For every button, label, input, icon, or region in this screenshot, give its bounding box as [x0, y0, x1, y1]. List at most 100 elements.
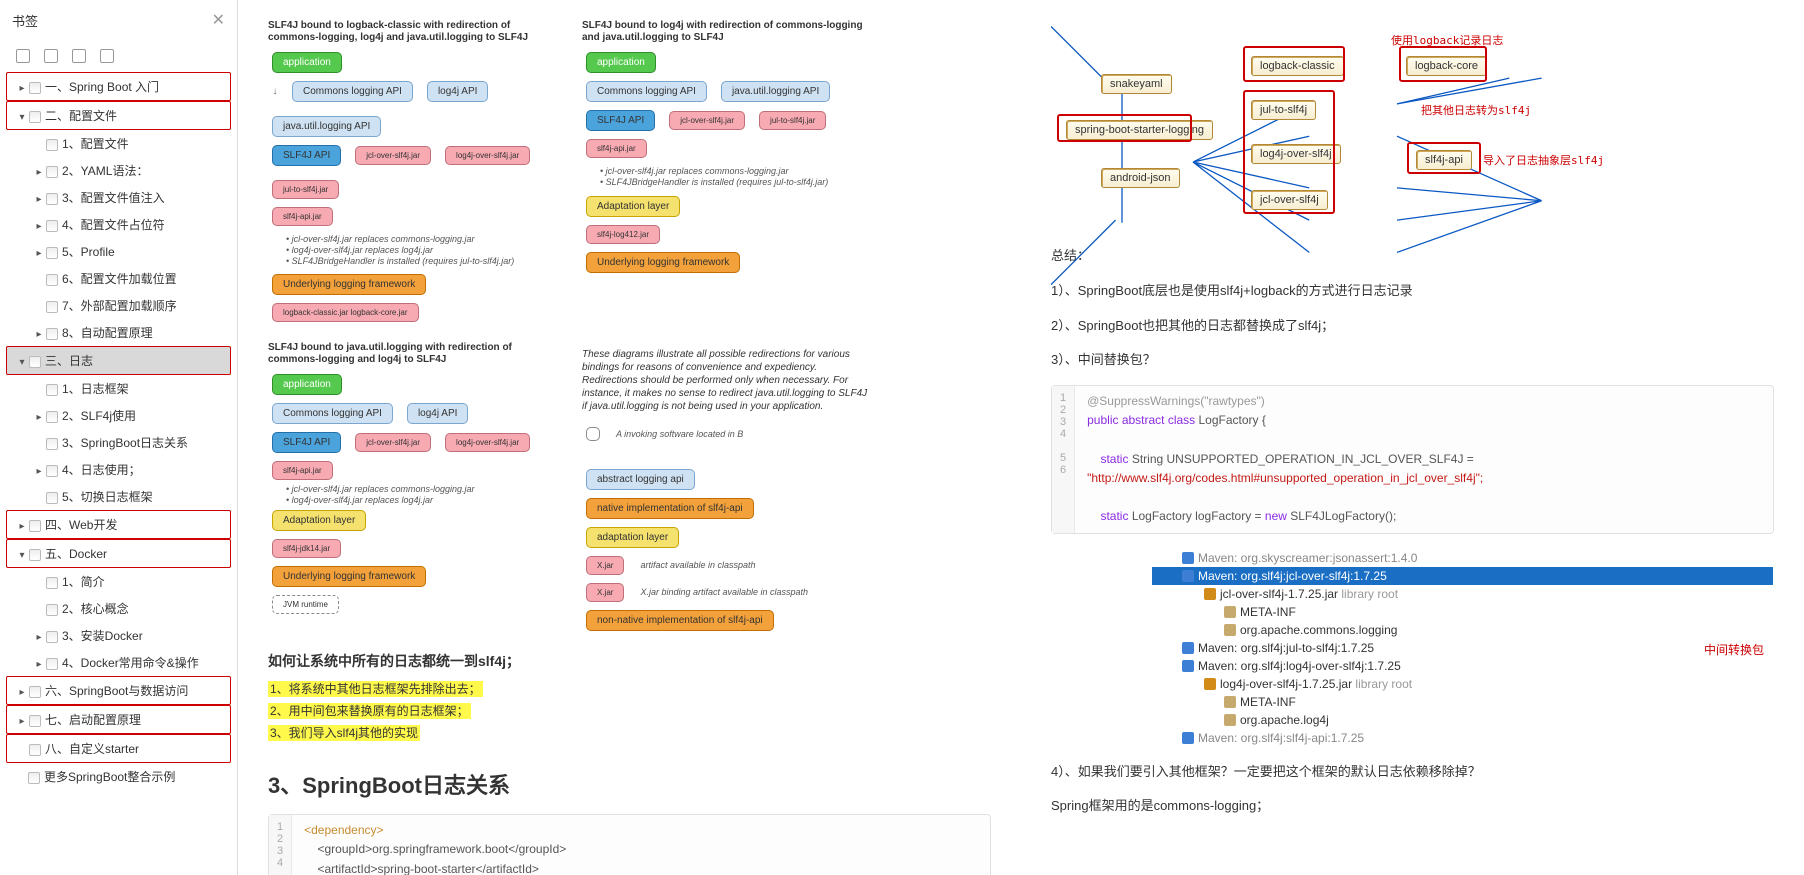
bookmark-icon: [46, 166, 58, 178]
bookmark-item[interactable]: 1、日志框架: [6, 375, 231, 402]
bookmark-item[interactable]: ▸ 2、SLF4j使用: [6, 402, 231, 429]
expand-chevron-icon[interactable]: ▸: [34, 194, 44, 205]
bookmark-item[interactable]: 2、核心概念: [6, 595, 231, 622]
tool-icon-2[interactable]: [44, 49, 58, 63]
expand-chevron-icon[interactable]: ▸: [17, 521, 27, 532]
expand-chevron-icon[interactable]: ▸: [34, 659, 44, 670]
jar: slf4j-jdk14.jar: [272, 539, 341, 558]
tool-icon-3[interactable]: [72, 49, 86, 63]
expand-chevron-icon[interactable]: ▸: [34, 221, 44, 232]
bookmark-item[interactable]: ▸四、Web开发: [6, 510, 231, 539]
bookmark-item[interactable]: ▸ 4、Docker常用命令&操作: [6, 649, 231, 676]
expand-chevron-icon[interactable]: ▸: [34, 632, 44, 643]
bookmark-item[interactable]: ▸5、Profile: [6, 238, 231, 265]
tree-row[interactable]: Maven: org.slf4j:log4j-over-slf4j:1.7.25: [1152, 657, 1773, 675]
tree-row[interactable]: log4j-over-slf4j-1.7.25.jar library root: [1152, 675, 1773, 693]
jar-icon: [1204, 588, 1216, 600]
bookmark-item[interactable]: ▸3、配置文件值注入: [6, 184, 231, 211]
tree-row[interactable]: Maven: org.slf4j:jul-to-slf4j:1.7.25中间转换…: [1152, 639, 1773, 657]
bookmark-tree: ▸一、Spring Boot 入门▾二、配置文件 1、配置文件 ▸2、YAML语法：…: [0, 72, 237, 790]
expand-chevron-icon[interactable]: ▸: [34, 329, 44, 340]
tree-row[interactable]: org.apache.log4j: [1152, 711, 1773, 729]
maven-tree[interactable]: Maven: org.skyscreamer:jsonassert:1.4.0 …: [1151, 548, 1774, 748]
bookmark-icon: [46, 631, 58, 643]
maven-icon: [1182, 552, 1194, 564]
expand-chevron-icon[interactable]: ▾: [17, 357, 27, 368]
bookmark-label: 1、配置文件: [62, 137, 129, 151]
tool-icon-1[interactable]: [16, 49, 30, 63]
folder-icon: [1224, 606, 1236, 618]
box-framework: Underlying logging framework: [272, 274, 426, 295]
bookmark-icon: [29, 82, 41, 94]
bookmark-label: 八、自定义starter: [45, 742, 139, 756]
bookmark-item[interactable]: ▾二、配置文件: [6, 101, 231, 130]
close-icon[interactable]: ✕: [212, 10, 225, 30]
code-content[interactable]: @SuppressWarnings("rawtypes") public abs…: [1075, 386, 1495, 532]
legend: abstract logging api: [586, 469, 695, 490]
bookmark-item[interactable]: 6、配置文件加载位置: [6, 265, 231, 292]
expand-chevron-icon[interactable]: ▸: [17, 687, 27, 698]
bookmark-item[interactable]: 3、SpringBoot日志关系: [6, 429, 231, 456]
bookmark-icon: [46, 658, 58, 670]
summary-title: 总结：: [1051, 246, 1774, 267]
bookmark-item[interactable]: 5、切换日志框架: [6, 483, 231, 510]
bookmark-label: 2、SLF4j使用: [62, 409, 136, 423]
bookmark-label: 4、Docker常用命令&操作: [62, 656, 199, 670]
tree-row-selected[interactable]: Maven: org.slf4j:jcl-over-slf4j:1.7.25: [1152, 567, 1773, 585]
bookmark-icon: [46, 384, 58, 396]
expand-chevron-icon[interactable]: ▸: [34, 167, 44, 178]
jar: log4j-over-slf4j.jar: [445, 146, 530, 165]
bookmark-item[interactable]: ▸六、SpringBoot与数据访问: [6, 676, 231, 705]
bookmark-item[interactable]: ▸七、启动配置原理: [6, 705, 231, 734]
tree-row[interactable]: org.apache.commons.logging: [1152, 621, 1773, 639]
box: Adaptation layer: [586, 196, 680, 217]
diagram-legend: These diagrams illustrate all possible r…: [582, 342, 872, 635]
expand-chevron-icon[interactable]: ▸: [34, 466, 44, 477]
tree-row[interactable]: Maven: org.skyscreamer:jsonassert:1.4.0: [1152, 549, 1773, 567]
bookmark-item[interactable]: ▸4、配置文件占位符: [6, 211, 231, 238]
bookmark-item[interactable]: 1、配置文件: [6, 130, 231, 157]
bookmark-item[interactable]: ▸8、自动配置原理: [6, 319, 231, 346]
folder-icon: [1224, 696, 1236, 708]
bookmark-label: 7、外部配置加载顺序: [62, 299, 177, 313]
dependency-diagram: spring-boot-starter-logging snakeyaml an…: [1051, 20, 1774, 230]
bookmark-item[interactable]: 更多SpringBoot整合示例: [6, 763, 231, 790]
bookmark-item[interactable]: ▸一、Spring Boot 入门: [6, 72, 231, 101]
bookmark-item[interactable]: ▾三、日志: [6, 346, 231, 375]
tree-row[interactable]: META-INF: [1152, 603, 1773, 621]
expand-chevron-icon[interactable]: ▸: [34, 412, 44, 423]
bookmark-item[interactable]: ▸2、YAML语法：: [6, 157, 231, 184]
bookmark-item[interactable]: ▾ 五、Docker: [6, 539, 231, 568]
note: • SLF4JBridgeHandler is installed (requi…: [600, 177, 872, 188]
jar: JVM runtime: [272, 595, 339, 614]
tool-icon-4[interactable]: [100, 49, 114, 63]
bookmark-item[interactable]: 1、简介: [6, 568, 231, 595]
legend: adaptation layer: [586, 527, 679, 548]
code-content[interactable]: <dependency> <groupId>org.springframewor…: [292, 815, 578, 875]
bookmark-label: 3、SpringBoot日志关系: [62, 436, 188, 450]
tree-row[interactable]: Maven: org.slf4j:slf4j-api:1.7.25: [1152, 729, 1773, 747]
bookmark-item[interactable]: ▸3、安装Docker: [6, 622, 231, 649]
tree-row[interactable]: jcl-over-slf4j-1.7.25.jar library root: [1152, 585, 1773, 603]
expand-chevron-icon[interactable]: ▾: [17, 550, 27, 561]
bookmark-item[interactable]: ▸4、日志使用；: [6, 456, 231, 483]
tree-row[interactable]: META-INF: [1152, 693, 1773, 711]
right-column[interactable]: spring-boot-starter-logging snakeyaml an…: [1021, 0, 1804, 875]
expand-chevron-icon[interactable]: ▸: [17, 83, 27, 94]
content-area: SLF4J bound to logback-classic with redi…: [238, 0, 1804, 875]
bookmark-label: 五、Docker: [45, 547, 107, 561]
left-column[interactable]: SLF4J bound to logback-classic with redi…: [238, 0, 1021, 875]
box: application: [272, 374, 342, 395]
expand-chevron-icon[interactable]: ▾: [17, 112, 27, 123]
note: • SLF4JBridgeHandler is installed (requi…: [286, 256, 558, 267]
diagram-title: SLF4J bound to log4j with redirection of…: [582, 20, 872, 44]
expand-chevron-icon[interactable]: ▸: [17, 716, 27, 727]
expand-chevron-icon[interactable]: ▸: [34, 248, 44, 259]
diagram-title: SLF4J bound to java.util.logging with re…: [268, 342, 558, 366]
bookmark-item[interactable]: 7、外部配置加载顺序: [6, 292, 231, 319]
bookmark-item[interactable]: 八、自定义starter: [6, 734, 231, 763]
jar: jcl-over-slf4j.jar: [355, 433, 431, 452]
bookmark-icon: [29, 715, 41, 727]
bookmark-icon: [46, 274, 58, 286]
jar: slf4j-api.jar: [272, 207, 333, 226]
